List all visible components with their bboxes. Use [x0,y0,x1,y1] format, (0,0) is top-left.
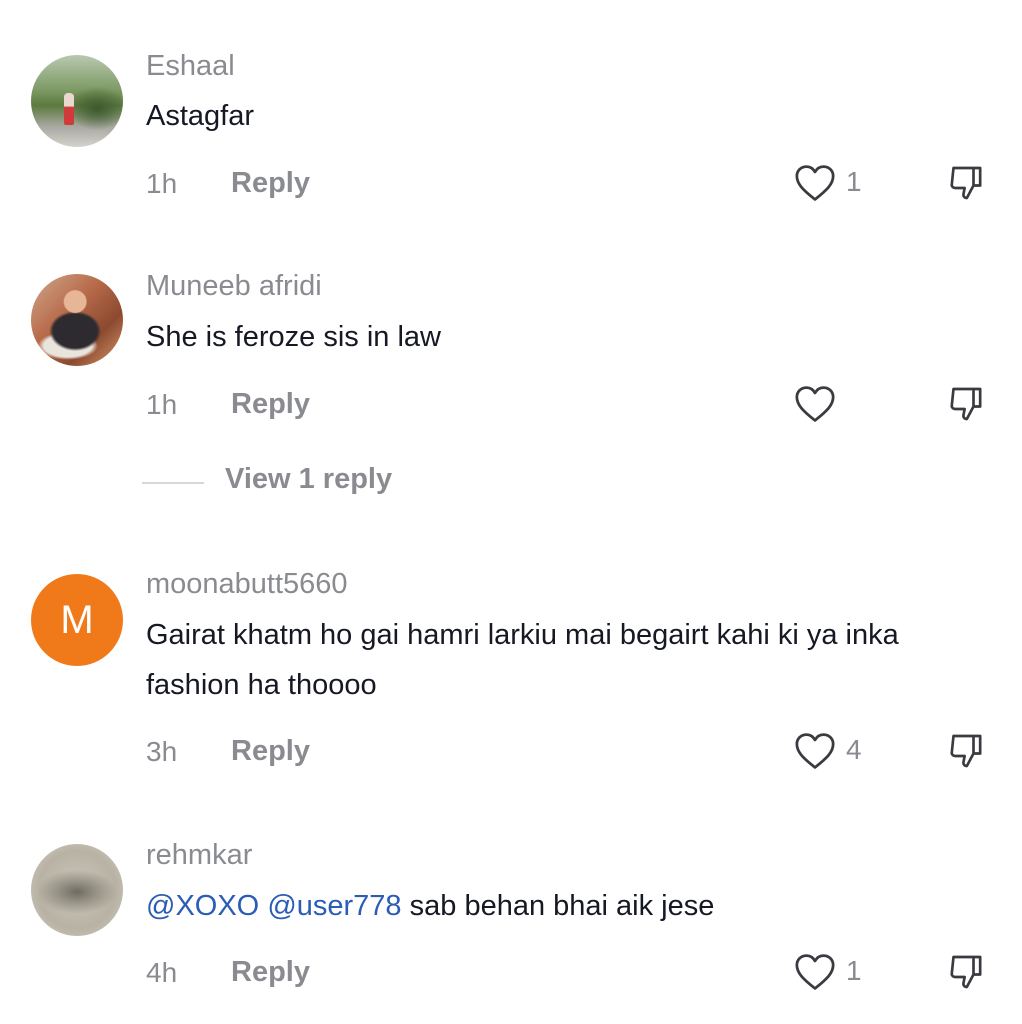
comment-username[interactable]: rehmkar [146,839,252,872]
comment-text-body: sab behan bhai aik jese [409,890,715,922]
thumbs-down-outline-icon[interactable] [945,952,987,992]
comment-text: @XOXO @user778 sab behan bhai aik jese [146,881,986,931]
avatar[interactable] [31,844,123,936]
like-count: 1 [846,955,862,986]
mention-link[interactable]: @XOXO [146,890,259,922]
mention-link[interactable]: @user778 [267,890,401,922]
comment-timestamp: 4h [146,957,178,988]
heart-outline-icon[interactable] [794,953,836,991]
comment-item: rehmkar @XOXO @user778 sab behan bhai ai… [0,0,1022,1024]
reply-button[interactable]: Reply [231,956,310,989]
